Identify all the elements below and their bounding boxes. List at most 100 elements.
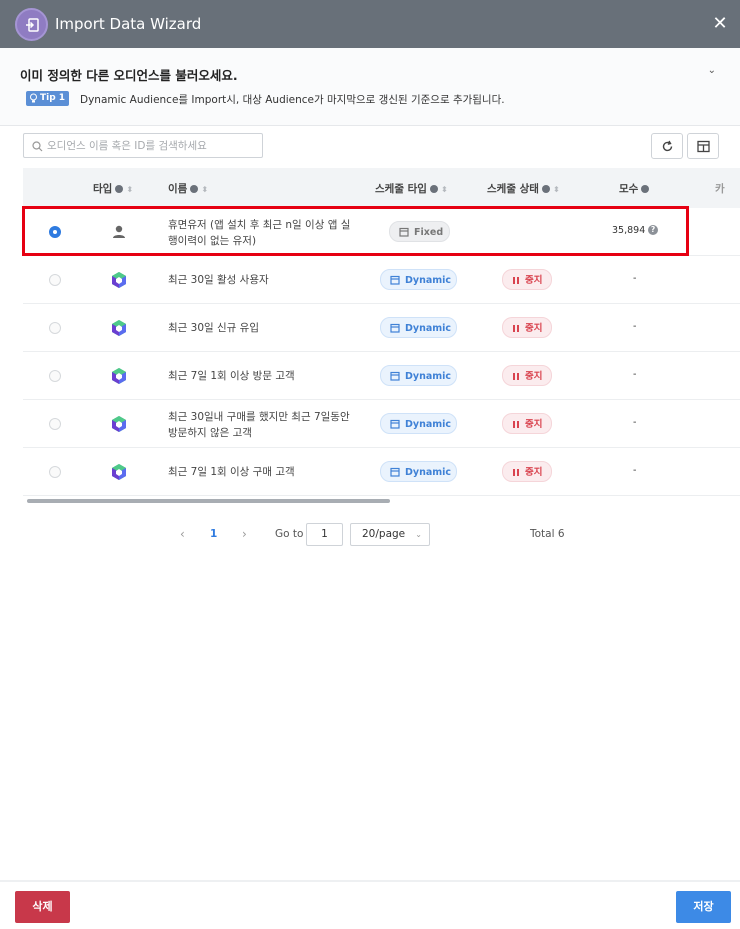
calendar-icon bbox=[390, 371, 400, 381]
info-icon bbox=[115, 185, 124, 193]
goto-label: Go to bbox=[275, 528, 304, 540]
column-label: 모수 bbox=[619, 183, 639, 195]
row-radio[interactable] bbox=[49, 418, 61, 430]
pause-icon bbox=[513, 277, 520, 284]
column-header-count: 모수 bbox=[619, 181, 650, 196]
page-size-select[interactable]: 20/page ⌄ bbox=[350, 523, 430, 546]
calendar-icon bbox=[390, 419, 400, 429]
row-radio[interactable] bbox=[49, 466, 61, 478]
column-label: 이름 bbox=[168, 183, 188, 195]
calendar-icon bbox=[390, 323, 400, 333]
badge-label: Dynamic bbox=[405, 467, 452, 478]
page-number-current[interactable]: 1 bbox=[210, 523, 217, 545]
pause-icon bbox=[513, 469, 520, 476]
badge-label: Dynamic bbox=[405, 323, 452, 334]
schedule-type-badge: Dynamic bbox=[380, 317, 457, 338]
schedule-status-badge: 중지 bbox=[502, 269, 552, 290]
delete-button[interactable]: 삭제 bbox=[15, 891, 70, 923]
table-columns-icon bbox=[697, 140, 710, 153]
badge-label: Dynamic bbox=[405, 275, 452, 286]
row-radio[interactable] bbox=[49, 322, 61, 334]
badge-label: 중지 bbox=[525, 323, 543, 334]
audience-name: 최근 7일 1회 이상 구매 고객 bbox=[168, 466, 295, 478]
title-bar: Import Data Wizard ✕ bbox=[0, 0, 740, 48]
schedule-type-badge: Dynamic bbox=[380, 269, 457, 290]
pause-icon bbox=[513, 325, 520, 332]
table-row[interactable]: 최근 7일 1회 이상 방문 고객 Dynamic 중지 - bbox=[23, 352, 740, 400]
chevron-down-icon: ⌄ bbox=[415, 530, 422, 539]
schedule-status-badge: 중지 bbox=[502, 461, 552, 482]
refresh-button[interactable] bbox=[651, 133, 683, 159]
hexagon-cube-icon bbox=[112, 320, 126, 336]
badge-label: 중지 bbox=[525, 275, 543, 286]
audience-name: 최근 7일 1회 이상 방문 고객 bbox=[168, 370, 295, 382]
pause-icon bbox=[513, 373, 520, 380]
search-field[interactable] bbox=[23, 133, 263, 158]
lightbulb-icon bbox=[30, 93, 37, 103]
column-header-cutoff: 카 bbox=[715, 183, 725, 195]
sort-icon[interactable]: ⬍ bbox=[126, 186, 134, 194]
audience-name: 최근 30일 신규 유입 bbox=[168, 322, 259, 334]
search-icon bbox=[32, 141, 43, 152]
info-icon bbox=[429, 185, 438, 193]
footer-divider bbox=[0, 880, 740, 882]
panel-heading: 이미 정의한 다른 오디언스를 불러오세요. bbox=[20, 68, 238, 83]
sort-icon[interactable]: ⬍ bbox=[441, 186, 449, 194]
badge-label: 중지 bbox=[525, 371, 543, 382]
table-row[interactable]: 최근 30일내 구매를 했지만 최근 7일동안 방문하지 않은 고객 Dynam… bbox=[23, 400, 740, 448]
schedule-status-badge: 중지 bbox=[502, 317, 552, 338]
table-header: 타입 ⬍ 이름 ⬍ 스케줄 타입 ⬍ 스케줄 상태 ⬍ 모수 카 bbox=[23, 168, 740, 208]
search-input[interactable] bbox=[47, 137, 257, 155]
audience-count: - bbox=[633, 417, 637, 428]
column-header-name[interactable]: 이름 ⬍ bbox=[168, 181, 209, 196]
column-label: 스케줄 타입 bbox=[375, 183, 427, 195]
calendar-icon bbox=[390, 275, 400, 285]
schedule-status-badge: 중지 bbox=[502, 413, 552, 434]
tip-label: Tip 1 bbox=[40, 93, 66, 103]
schedule-type-badge: Dynamic bbox=[380, 413, 457, 434]
schedule-status-badge: 중지 bbox=[502, 365, 552, 386]
badge-label: Dynamic bbox=[405, 371, 452, 382]
audience-count: - bbox=[633, 369, 637, 380]
page-size-value: 20/page bbox=[362, 528, 406, 540]
next-page-button[interactable]: › bbox=[242, 523, 247, 545]
close-icon[interactable]: ✕ bbox=[710, 14, 730, 34]
column-header-schedule-status[interactable]: 스케줄 상태 ⬍ bbox=[487, 181, 561, 196]
table-row[interactable]: 최근 7일 1회 이상 구매 고객 Dynamic 중지 - bbox=[23, 448, 740, 496]
audience-name: 최근 30일 활성 사용자 bbox=[168, 274, 269, 286]
info-icon bbox=[541, 185, 550, 193]
schedule-type-badge: Dynamic bbox=[380, 461, 457, 482]
info-icon bbox=[190, 185, 199, 193]
column-header-type[interactable]: 타입 ⬍ bbox=[93, 181, 134, 196]
hexagon-cube-icon bbox=[112, 368, 126, 384]
table-row[interactable]: 최근 30일 신규 유입 Dynamic 중지 - bbox=[23, 304, 740, 352]
tip-badge: Tip 1 bbox=[26, 91, 70, 106]
selection-highlight bbox=[22, 206, 689, 256]
chevron-down-icon[interactable]: ⌄ bbox=[708, 65, 716, 76]
pause-icon bbox=[513, 421, 520, 428]
sort-icon[interactable]: ⬍ bbox=[553, 186, 561, 194]
goto-page-input[interactable]: 1 bbox=[306, 523, 343, 546]
badge-label: Dynamic bbox=[405, 419, 452, 430]
name-line: 최근 30일내 구매를 했지만 최근 7일동안 bbox=[168, 411, 350, 423]
prev-page-button[interactable]: ‹ bbox=[180, 523, 185, 545]
column-settings-button[interactable] bbox=[687, 133, 719, 159]
table-row[interactable]: 최근 30일 활성 사용자 Dynamic 중지 - bbox=[23, 256, 740, 304]
hexagon-cube-icon bbox=[112, 416, 126, 432]
column-label: 스케줄 상태 bbox=[487, 183, 539, 195]
audience-count: - bbox=[633, 321, 637, 332]
refresh-icon bbox=[662, 140, 673, 152]
audience-name: 최근 30일내 구매를 했지만 최근 7일동안 방문하지 않은 고객 bbox=[168, 409, 353, 441]
save-button[interactable]: 저장 bbox=[676, 891, 731, 923]
badge-label: 중지 bbox=[525, 467, 543, 478]
row-radio[interactable] bbox=[49, 370, 61, 382]
sort-icon[interactable]: ⬍ bbox=[201, 186, 209, 194]
hexagon-cube-icon bbox=[112, 272, 126, 288]
row-radio[interactable] bbox=[49, 274, 61, 286]
audience-count: - bbox=[633, 465, 637, 476]
badge-label: 중지 bbox=[525, 419, 543, 430]
total-count: Total 6 bbox=[530, 528, 565, 540]
column-header-schedule-type[interactable]: 스케줄 타입 ⬍ bbox=[375, 181, 449, 196]
horizontal-scrollbar[interactable] bbox=[27, 499, 390, 503]
hexagon-cube-icon bbox=[112, 464, 126, 480]
